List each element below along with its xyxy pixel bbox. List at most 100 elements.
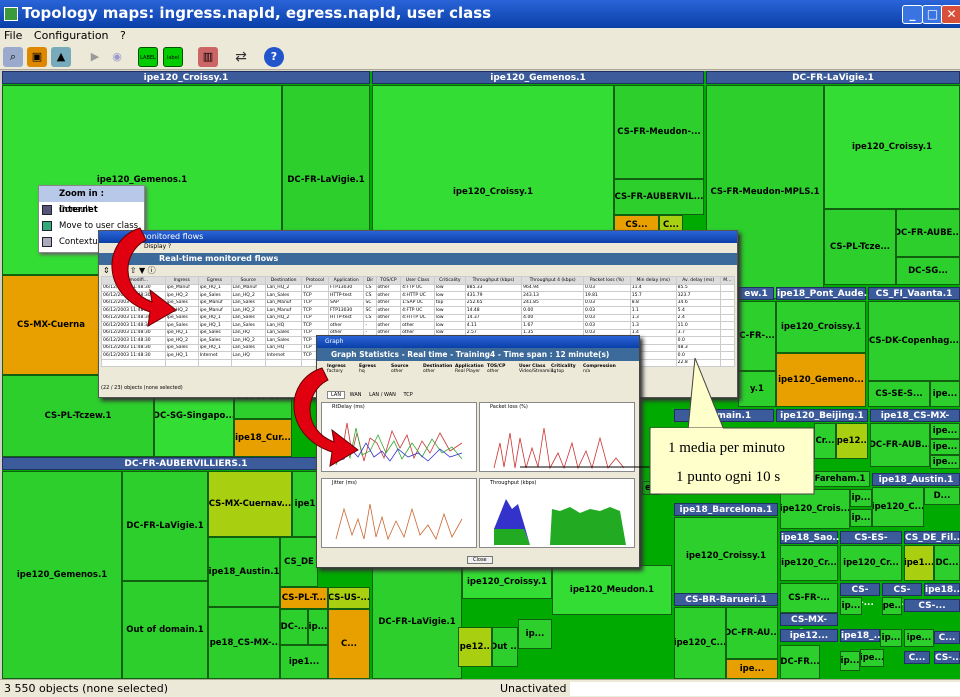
group-header[interactable]: DC-FR-LaVigie.1 — [706, 71, 960, 84]
tree-cell[interactable]: CS-DK-Copenhag... — [868, 301, 960, 381]
table-row[interactable]: 06/12/2003 11:48:30 ipe_Sales ipe_HQ_1 Lan_… — [101, 321, 736, 330]
flows-window-menu[interactable]: Display ? — [99, 243, 737, 253]
tree-cell[interactable]: ipe... — [726, 659, 778, 679]
column-header[interactable]: TOS/CP — [375, 276, 402, 285]
label-icon[interactable]: LABEL — [138, 47, 158, 67]
tree-cell[interactable]: Out ... — [492, 627, 518, 667]
tree-cell[interactable]: ipe... — [930, 381, 960, 407]
column-header[interactable]: Destination — [264, 276, 303, 285]
maximize-button[interactable]: □ — [922, 5, 943, 24]
swap-icon[interactable]: ⇄ — [231, 47, 251, 67]
column-header[interactable]: Throughput (kbps) — [464, 276, 523, 285]
menu-item-consult[interactable]: Consult — [39, 202, 144, 218]
tree-cell[interactable]: ipe12... — [836, 423, 868, 459]
group-header[interactable]: ipe18_Barcelona.1 — [674, 503, 778, 516]
tree-cell[interactable]: DC-FR-LaVigie.1 — [122, 471, 208, 581]
tree-cell[interactable]: ip... — [880, 629, 902, 647]
tree-cell[interactable]: DC-... — [280, 609, 308, 645]
tree-cell[interactable]: CS-US-... — [328, 587, 370, 609]
tree-cell[interactable]: ipe... — [860, 649, 884, 667]
tree-cell[interactable]: ipe120_Croissy.1 — [674, 517, 778, 595]
group-header[interactable]: CS-MX-Cu... — [780, 613, 838, 638]
column-header[interactable]: Criticality — [433, 276, 466, 285]
group-header[interactable]: CS-ES-Madr... — [840, 531, 902, 556]
menu-configuration[interactable]: Configuration — [30, 28, 113, 43]
group-header[interactable]: CS-... — [904, 599, 960, 612]
group-header[interactable]: C... — [904, 651, 930, 664]
label2-icon[interactable]: label — [163, 47, 183, 67]
group-header[interactable]: ew.1 — [738, 287, 774, 300]
tree-cell[interactable]: ipe120_Croissy.1 — [462, 565, 552, 599]
column-header[interactable]: Egress — [197, 276, 232, 285]
tree-cell[interactable]: ipe120_Croissy.1 — [776, 301, 866, 353]
tree-cell[interactable]: ip... — [518, 619, 552, 649]
tree-cell[interactable]: CS-MX-Cuerna — [2, 275, 100, 375]
group-header[interactable]: CS_DE_Fil... — [904, 531, 960, 544]
group-header[interactable]: ipe18_Sao... — [780, 531, 843, 544]
tree-cell[interactable]: ipe18_CS-MX-... — [208, 607, 280, 679]
group-header[interactable]: ipe18... — [924, 583, 960, 596]
close-button[interactable]: ✕ — [941, 5, 960, 24]
group-header[interactable]: CS-FR... — [882, 583, 922, 608]
tab-tcp[interactable]: TCP — [400, 392, 415, 398]
group-header[interactable]: CS_FI_Vaanta.1 — [868, 287, 960, 300]
tree-cell[interactable]: ipe120_Meudon.1 — [552, 565, 672, 615]
graph-close-button[interactable]: Close — [467, 556, 493, 564]
refresh-icon[interactable]: ◉ — [107, 47, 127, 67]
tree-cell[interactable]: ipe120_C... — [674, 607, 726, 679]
tree-cell[interactable]: ipe18_Austin.1 — [208, 537, 280, 607]
tree-cell[interactable]: ip... — [308, 609, 328, 645]
column-header[interactable]: Source — [230, 276, 266, 285]
group-header[interactable]: ipe18_Austin.1 — [872, 473, 960, 486]
tree-cell[interactable]: DC-FR-AUBE... — [896, 209, 960, 257]
group-header[interactable]: ipe18_... — [840, 629, 884, 642]
tree-cell[interactable]: Out of domain.1 — [122, 581, 208, 679]
tree-cell[interactable]: D... — [924, 487, 960, 505]
column-header[interactable]: M... — [719, 276, 736, 285]
tree-cell[interactable]: DC-FR-AUB... — [870, 423, 930, 467]
tree-cell[interactable]: ipe1... — [904, 545, 934, 581]
column-header[interactable]: Application — [327, 276, 365, 285]
tree-cell[interactable]: ip... — [840, 597, 862, 615]
play-icon[interactable]: ▶ — [85, 47, 105, 67]
column-header[interactable]: Min delay (ms) — [629, 276, 677, 285]
tree-cell[interactable]: CS_DE — [280, 537, 318, 587]
menu-help[interactable]: ? — [116, 28, 130, 43]
filter-icon[interactable]: ▥ — [198, 47, 218, 67]
group-header[interactable]: CS-... — [934, 651, 960, 664]
tree-cell[interactable]: CS-FR-... — [780, 583, 838, 613]
tree-cell[interactable]: ipe... — [904, 629, 934, 647]
map-icon[interactable]: ▲ — [51, 47, 71, 67]
column-header[interactable]: Av. delay (ms) — [675, 276, 721, 285]
tree-cell[interactable]: DC-FR-AU... — [726, 607, 778, 659]
tree-cell[interactable]: ip... — [850, 509, 872, 527]
group-header[interactable]: ipe120_Croissy.1 — [2, 71, 370, 84]
tree-cell[interactable]: ipe120_Cr... — [780, 545, 838, 581]
tree-cell[interactable]: CS-MX-Cuernav... — [208, 471, 292, 537]
group-header[interactable]: ipe18_CS-MX-Izt... — [870, 409, 960, 434]
tree-cell[interactable]: CS-FR-AUBERVIL... — [614, 179, 704, 215]
tree-cell[interactable]: ip... — [850, 489, 872, 507]
column-header[interactable]: Protocol — [301, 276, 329, 285]
tree-cell[interactable]: CS-PL-Tcze... — [824, 209, 896, 285]
lock-icon[interactable]: ▣ — [27, 47, 47, 67]
menu-file[interactable]: File — [0, 28, 26, 43]
group-header[interactable]: ipe120_Gemenos.1 — [372, 71, 704, 84]
tree-cell[interactable]: ipe... — [882, 597, 902, 615]
column-header[interactable]: Dir — [363, 276, 377, 285]
group-header[interactable]: CS-BR-Barueri.1 — [674, 593, 778, 606]
table-row[interactable]: 06/12/2003 11:48:30 ipe_Sales ipe_HQ_1 Lan_… — [101, 313, 736, 322]
help-icon[interactable]: ? — [264, 47, 284, 67]
tree-cell[interactable]: ipe120_Gemenos.1 — [2, 471, 122, 679]
column-header[interactable]: Throughput 4 (kbps) — [521, 276, 585, 285]
tree-cell[interactable]: DC-FR-LaVigie.1 — [372, 565, 462, 679]
tree-cell[interactable]: DC... — [934, 545, 960, 581]
tree-cell[interactable]: CS-PL-T... — [280, 587, 328, 609]
table-row[interactable]: 06/12/2003 11:48:30 ipe_Manuf ipe_HQ_1 Lan_… — [101, 283, 736, 292]
tree-cell[interactable]: ipe... — [930, 439, 960, 455]
tree-cell[interactable]: ipe120_Croissy.1 — [824, 85, 960, 209]
group-header[interactable]: CS-US-... — [840, 583, 880, 608]
column-header[interactable]: User Class — [400, 276, 435, 285]
tree-cell[interactable]: CS-SE-S... — [868, 381, 930, 407]
tree-cell[interactable]: DC-FR... — [780, 645, 820, 679]
